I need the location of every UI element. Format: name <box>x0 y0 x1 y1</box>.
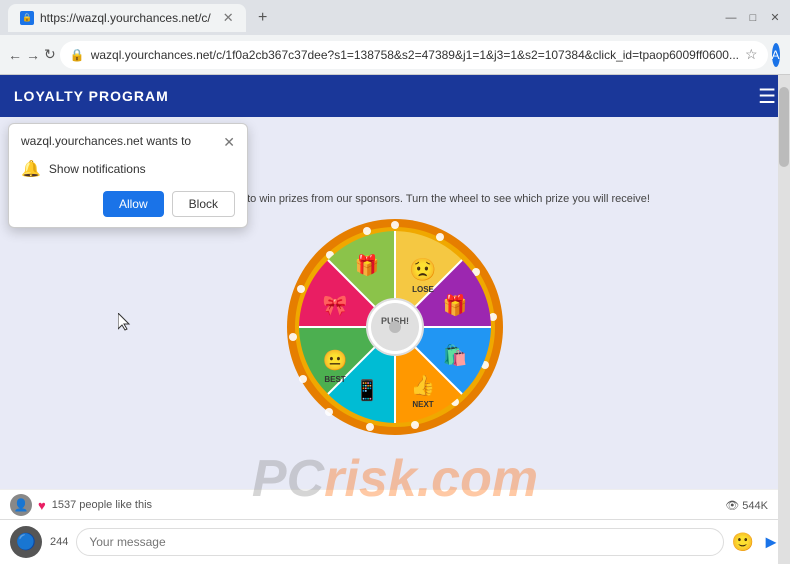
title-bar: 🔒 https://wazql.yourchances.net/c/ ✕ + —… <box>0 0 790 35</box>
scrollbar[interactable] <box>778 75 790 564</box>
popup-buttons: Allow Block <box>21 191 235 217</box>
browser-menu-button[interactable]: ⋮ <box>784 45 790 65</box>
reactions-row: 👤 ♥ 1537 people like this 👁 544K <box>0 489 778 520</box>
notification-text: Show notifications <box>49 162 146 176</box>
svg-text:📱: 📱 <box>355 378 380 402</box>
svg-text:👍: 👍 <box>411 373 436 397</box>
popup-close-button[interactable]: ✕ <box>223 134 235 151</box>
url-text: wazql.yourchances.net/c/1f0a2cb367c37dee… <box>91 48 739 62</box>
browser-tab[interactable]: 🔒 https://wazql.yourchances.net/c/ ✕ <box>8 4 246 32</box>
views-count: 👁 544K <box>725 499 768 512</box>
likes-count: 1537 people like this <box>52 499 152 511</box>
spin-wheel-container[interactable]: 😟 LOSE 🎁 🛍️ 👍 NEXT 📱 <box>18 217 772 437</box>
forward-button[interactable]: → <box>26 41 40 69</box>
page-content: LOYALTY PROGRAM ☰ Thursday, 28 January 2… <box>0 75 790 564</box>
hamburger-menu[interactable]: ☰ <box>758 84 776 109</box>
eye-icon: 👁 <box>725 500 739 512</box>
popup-notification-row: 🔔 Show notifications <box>21 159 235 179</box>
heart-icon: ♥ <box>38 498 46 513</box>
popup-header: wazql.yourchances.net wants to ✕ <box>21 134 235 151</box>
site-header-title: LOYALTY PROGRAM <box>14 88 169 104</box>
viewport: LOYALTY PROGRAM ☰ Thursday, 28 January 2… <box>0 75 790 564</box>
svg-text:🎁: 🎁 <box>443 293 468 317</box>
popup-title: wazql.yourchances.net wants to <box>21 134 191 148</box>
scrollbar-thumb[interactable] <box>779 87 789 167</box>
site-header: LOYALTY PROGRAM ☰ <box>0 75 790 117</box>
url-bar[interactable]: 🔒 wazql.yourchances.net/c/1f0a2cb367c37d… <box>60 41 768 69</box>
maximize-button[interactable]: □ <box>746 11 760 25</box>
svg-text:🎀: 🎀 <box>323 295 348 317</box>
block-button[interactable]: Block <box>172 191 235 217</box>
new-tab-button[interactable]: + <box>250 5 276 31</box>
back-button[interactable]: ← <box>8 41 22 69</box>
user-avatar: 🔵 <box>10 526 42 558</box>
reaction-avatar: 👤 <box>10 494 32 516</box>
tab-title: https://wazql.yourchances.net/c/ <box>40 11 211 25</box>
svg-text:NEXT: NEXT <box>412 400 433 409</box>
svg-text:🎁: 🎁 <box>355 253 380 277</box>
minimize-button[interactable]: — <box>724 11 738 25</box>
bottom-message-bar: 🔵 244 🙂 ► <box>0 519 790 564</box>
window-controls: — □ ✕ <box>724 11 782 25</box>
svg-text:BEST: BEST <box>324 375 345 384</box>
emoji-button[interactable]: 🙂 <box>732 532 754 553</box>
spin-wheel[interactable]: 😟 LOSE 🎁 🛍️ 👍 NEXT 📱 <box>285 217 505 437</box>
notification-popup: wazql.yourchances.net wants to ✕ 🔔 Show … <box>8 123 248 228</box>
tab-favicon: 🔒 <box>20 11 34 25</box>
close-window-button[interactable]: ✕ <box>768 11 782 25</box>
browser-window: 🔒 https://wazql.yourchances.net/c/ ✕ + —… <box>0 0 790 564</box>
bookmark-icon[interactable]: ☆ <box>745 46 758 63</box>
message-input[interactable] <box>76 528 723 556</box>
svg-text:😟: 😟 <box>409 257 436 282</box>
profile-icon[interactable]: A <box>772 43 780 67</box>
svg-text:🛍️: 🛍️ <box>443 343 468 367</box>
address-bar: ← → ↻ 🔒 wazql.yourchances.net/c/1f0a2cb3… <box>0 35 790 75</box>
svg-text:😐: 😐 <box>323 349 348 372</box>
refresh-button[interactable]: ↻ <box>44 41 56 69</box>
tab-close-button[interactable]: ✕ <box>223 10 234 26</box>
bell-icon: 🔔 <box>21 159 41 179</box>
svg-text:LOSE: LOSE <box>412 285 434 294</box>
comments-count: 244 <box>50 536 68 548</box>
allow-button[interactable]: Allow <box>103 191 164 217</box>
